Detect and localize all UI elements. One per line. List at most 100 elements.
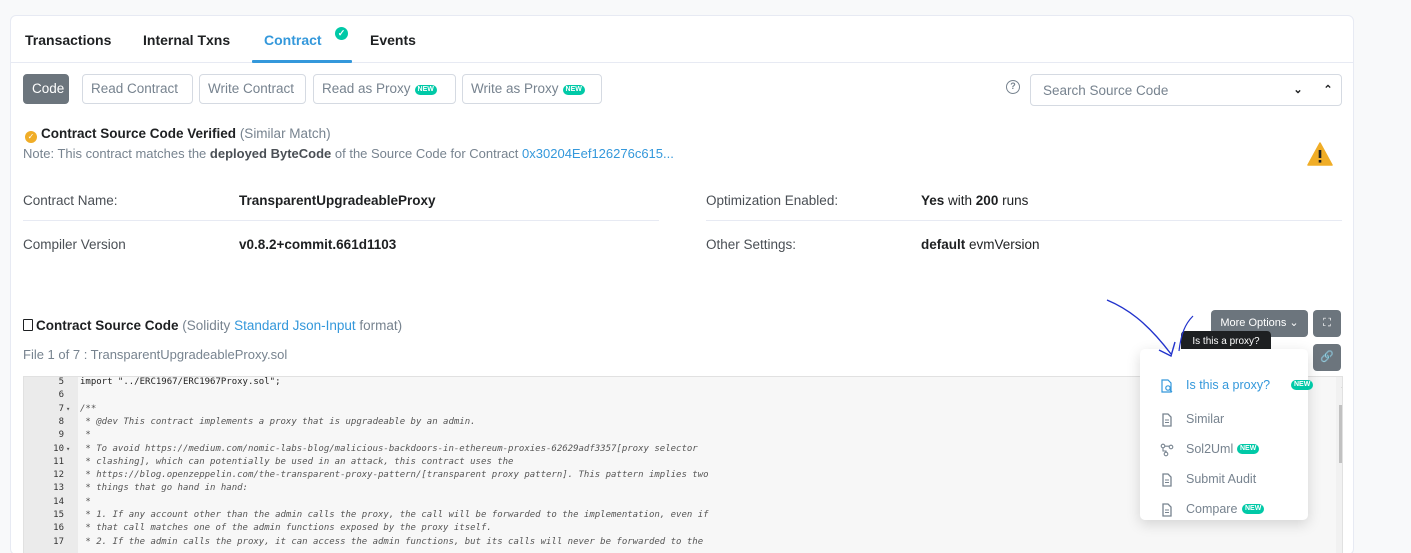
code-line: 8 * @dev This contract implements a prox…: [24, 417, 1334, 428]
code-text: import "../ERC1967/ERC1967Proxy.sol";: [80, 377, 281, 387]
verified-status: ✓ Contract Source Code Verified (Similar …: [25, 126, 331, 143]
read-as-proxy-label: Read as Proxy: [322, 81, 411, 96]
standard-json-link[interactable]: Standard Json-Input: [234, 318, 356, 333]
contract-name-text: TransparentUpgradeableProxy: [239, 193, 436, 208]
code-line: 6: [24, 390, 1334, 401]
compiler-version-value: v0.8.2+commit.661d1103: [239, 237, 396, 252]
source-paren-open: (Solidity: [182, 318, 235, 333]
source-paren-close: format): [355, 318, 403, 333]
fold-toggle-icon[interactable]: ▾: [66, 444, 70, 455]
link-icon[interactable]: 🔗: [1313, 344, 1341, 371]
code-line: 10 ▾ * To avoid https://medium.com/nomic-…: [24, 444, 1334, 455]
help-icon[interactable]: ?: [1006, 80, 1020, 94]
tab-events[interactable]: Events: [370, 32, 416, 48]
tab-internal-txns[interactable]: Internal Txns: [143, 32, 230, 48]
code-line: 16 * that call matches one of the admin …: [24, 523, 1334, 534]
code-line: 13 * things that go hand in hand:: [24, 483, 1334, 494]
scrollbar-thumb[interactable]: [1339, 405, 1342, 463]
chevron-down-icon[interactable]: ⌄: [1283, 75, 1313, 105]
document-icon: [1162, 413, 1172, 427]
scroll-up-icon[interactable]: ▲: [1340, 381, 1342, 390]
note-middle: of the Source Code for Contract: [331, 146, 523, 161]
other-settings-bold: default: [921, 237, 966, 252]
write-as-proxy-button[interactable]: Write as Proxy NEW: [462, 74, 602, 104]
compiler-version-label: Compiler Version: [23, 237, 126, 252]
code-text: *: [80, 430, 91, 441]
code-text: * that call matches one of the admin fun…: [80, 523, 492, 534]
fold-toggle-icon[interactable]: ▾: [66, 404, 70, 415]
new-badge: NEW: [1291, 380, 1314, 390]
source-code-header: Contract Source Code (Solidity Standard …: [23, 318, 402, 333]
verified-title: Contract Source Code Verified: [41, 126, 237, 141]
line-number: 8: [58, 416, 64, 427]
other-settings-label: Other Settings:: [706, 237, 797, 252]
menu-label: Compare: [1186, 502, 1238, 516]
optimization-yes: Yes: [921, 193, 945, 208]
code-text: * @dev This contract implements a proxy …: [80, 416, 476, 427]
line-number: 14: [53, 496, 64, 507]
line-number: 16: [53, 523, 64, 534]
menu-item-compare[interactable]: Compare NEW: [1140, 495, 1308, 525]
code-text: * https://blog.openzeppelin.com/the-tran…: [80, 470, 709, 481]
note-prefix: Note: This contract matches the: [23, 146, 210, 161]
file-name: File 1 of 7 : TransparentUpgradeableProx…: [23, 347, 288, 362]
note-bold: deployed ByteCode: [209, 146, 332, 161]
divider: [23, 220, 659, 221]
tab-bar: Transactions Internal Txns Contract ✓ Ev…: [11, 16, 1353, 63]
tab-transactions[interactable]: Transactions: [25, 32, 111, 48]
other-settings-rest: evmVersion: [965, 237, 1040, 252]
line-number: 12: [53, 470, 64, 481]
verified-note: Note: This contract matches the deployed…: [23, 146, 674, 161]
menu-label: Similar: [1186, 412, 1225, 426]
menu-label: Submit Audit: [1186, 472, 1257, 486]
optimization-label: Optimization Enabled:: [706, 193, 839, 208]
optimization-runs: 200: [975, 193, 999, 208]
compiler-version-text: v0.8.2+commit.661d1103: [239, 237, 397, 252]
tab-contract[interactable]: Contract ✓: [264, 27, 348, 48]
read-contract-button[interactable]: Read Contract: [82, 74, 193, 104]
code-line: 12 * https://blog.openzeppelin.com/the-t…: [24, 470, 1334, 481]
warning-icon: [1307, 142, 1333, 166]
contract-address-link[interactable]: 0x30204Eef126276c615...: [522, 146, 674, 161]
code-line: 5 import "../ERC1967/ERC1967Proxy.sol";: [24, 377, 1334, 388]
proxy-search-icon: [1161, 379, 1173, 393]
line-number: 11: [53, 456, 64, 467]
menu-item-similar[interactable]: Similar: [1140, 405, 1308, 435]
more-options-label: More Options: [1220, 317, 1287, 329]
line-number: 17: [53, 536, 64, 547]
search-source-code: ⌄ ⌃: [1030, 74, 1342, 106]
document-icon: [1162, 503, 1172, 517]
code-text: * clashing], which can potentially be us…: [80, 456, 514, 467]
code-text: *: [80, 496, 91, 507]
line-number: 7: [58, 403, 64, 414]
code-line: 15 * 1. If any account other than the ad…: [24, 510, 1334, 521]
vertical-scrollbar[interactable]: ▲: [1336, 377, 1342, 553]
code-line: 9 *: [24, 430, 1334, 441]
optimization-value: Yes with 200 runs: [921, 193, 1028, 208]
diagram-icon: [1160, 443, 1174, 457]
write-contract-button[interactable]: Write Contract: [199, 74, 306, 104]
check-circle-icon: ✓: [335, 27, 348, 40]
document-icon: [1162, 473, 1172, 487]
line-number: 9: [58, 430, 64, 441]
code-text: /**: [80, 403, 97, 414]
chevron-up-icon[interactable]: ⌃: [1313, 75, 1343, 105]
menu-item-sol2uml[interactable]: Sol2Uml NEW: [1140, 435, 1308, 465]
verified-check-icon: ✓: [25, 131, 37, 143]
read-as-proxy-button[interactable]: Read as Proxy NEW: [313, 74, 456, 104]
line-number: 15: [53, 510, 64, 520]
match-type: (Similar Match): [239, 126, 331, 141]
code-button[interactable]: Code: [23, 74, 69, 104]
code-text: * things that go hand in hand:: [80, 483, 248, 494]
fullscreen-icon[interactable]: ⛶: [1313, 310, 1341, 337]
menu-label: Is this a proxy?: [1186, 378, 1271, 392]
tab-contract-label: Contract: [264, 32, 322, 48]
line-number: 6: [58, 390, 64, 401]
write-as-proxy-label: Write as Proxy: [471, 81, 559, 96]
menu-item-submit-audit[interactable]: Submit Audit: [1140, 465, 1308, 495]
search-input[interactable]: [1031, 75, 1279, 105]
line-number: 5: [58, 377, 64, 387]
line-number: 13: [53, 483, 64, 494]
contract-name-value: TransparentUpgradeableProxy: [239, 193, 436, 208]
contract-name-label: Contract Name:: [23, 193, 118, 208]
